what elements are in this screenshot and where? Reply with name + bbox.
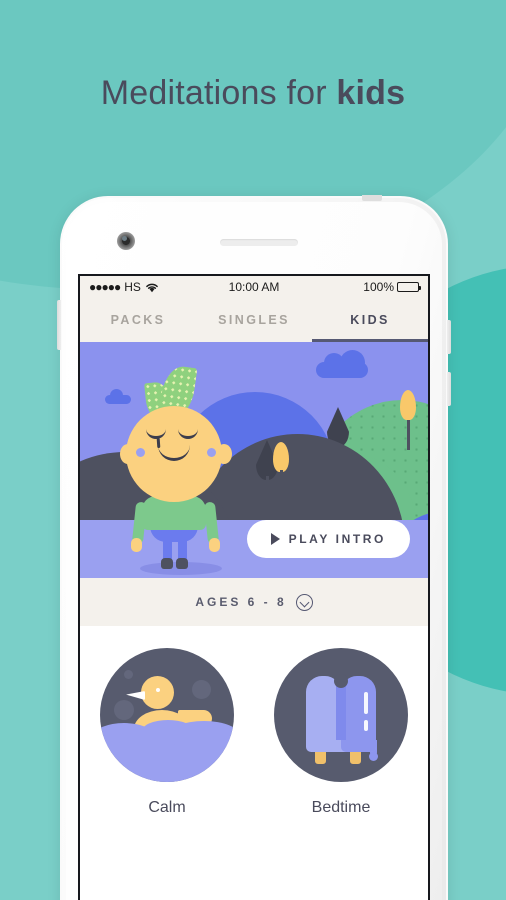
play-triangle-icon <box>270 533 280 545</box>
status-bar: ●●●●● HS 10:00 AM 100% <box>80 276 428 298</box>
volume-down-button[interactable] <box>447 372 451 406</box>
page-title-bold: kids <box>336 74 406 112</box>
carrier-label: HS <box>124 280 141 294</box>
bubble <box>192 680 211 699</box>
tab-kids[interactable]: KIDS <box>312 298 428 342</box>
status-bar-time: 10:00 AM <box>228 280 280 294</box>
character-shoe-left <box>161 558 173 569</box>
hero-illustration: PLAY INTRO <box>80 342 428 578</box>
ages-filter[interactable]: AGES 6 - 8 <box>80 578 428 626</box>
character-shoe-right <box>176 558 188 569</box>
duck-eye <box>156 688 160 692</box>
category-grid: Calm Bedtime <box>80 626 428 831</box>
battery-percent-label: 100% <box>363 280 394 294</box>
promo-screenshot: Meditations for kids ●●●●● HS 10:00 AM 1… <box>0 0 506 900</box>
tab-singles[interactable]: SINGLES <box>196 298 312 342</box>
phone-mockup: ●●●●● HS 10:00 AM 100% PACKS SINGLES KID… <box>57 195 451 900</box>
character-hand-right <box>209 538 220 552</box>
signal-strength-icon: ●●●●● <box>89 280 121 294</box>
chevron-down-circle-icon[interactable] <box>295 593 313 611</box>
play-intro-button[interactable]: PLAY INTRO <box>246 520 410 558</box>
front-camera-icon <box>117 232 135 250</box>
status-bar-right: 100% <box>309 280 421 294</box>
tree-trunk <box>265 476 269 512</box>
popsicle-notch <box>334 674 348 688</box>
tab-packs[interactable]: PACKS <box>80 298 196 342</box>
page-title-regular: Meditations for <box>100 74 337 112</box>
popsicle-base-right <box>341 740 376 752</box>
popsicle-highlight <box>364 692 368 714</box>
category-card-bedtime[interactable]: Bedtime <box>254 648 428 831</box>
duck-head <box>141 676 174 709</box>
popsicle-drip-drop <box>369 752 378 761</box>
character-cheek-left <box>136 448 145 457</box>
wifi-icon <box>145 282 159 293</box>
bubble <box>114 700 134 720</box>
cloud-icon <box>316 350 368 378</box>
antenna-nub <box>362 195 382 201</box>
phone-screen: ●●●●● HS 10:00 AM 100% PACKS SINGLES KID… <box>78 274 430 900</box>
rubber-duck-icon <box>100 648 234 782</box>
category-label-bedtime: Bedtime <box>311 799 371 816</box>
category-label-calm: Calm <box>148 799 186 816</box>
duck-beak <box>126 691 145 700</box>
bubble <box>124 670 133 679</box>
popsicle-icon <box>274 648 408 782</box>
tree-gold-near <box>273 442 289 484</box>
tree-crown <box>400 390 416 420</box>
volume-up-button[interactable] <box>447 320 451 354</box>
category-card-calm[interactable]: Calm <box>80 648 254 831</box>
tree-gold-far <box>400 390 416 450</box>
character-cheek-right <box>207 448 216 457</box>
page-title: Meditations for kids <box>0 74 506 113</box>
ages-filter-label: AGES 6 - 8 <box>195 595 287 609</box>
content-tabs: PACKS SINGLES KIDS <box>80 298 428 342</box>
tree-crown <box>273 442 289 472</box>
battery-icon <box>397 282 421 292</box>
sprout-kid-character <box>110 364 242 575</box>
water-surface <box>100 721 234 782</box>
character-hand-left <box>131 538 142 552</box>
popsicle-half-right <box>341 676 376 749</box>
earpiece-speaker <box>220 239 298 246</box>
tree-trunk <box>279 470 283 484</box>
power-button[interactable] <box>57 300 61 350</box>
tree-trunk <box>406 420 410 450</box>
play-intro-label: PLAY INTRO <box>288 532 386 546</box>
popsicle-highlight <box>364 720 368 731</box>
status-bar-left: ●●●●● HS <box>89 280 199 294</box>
